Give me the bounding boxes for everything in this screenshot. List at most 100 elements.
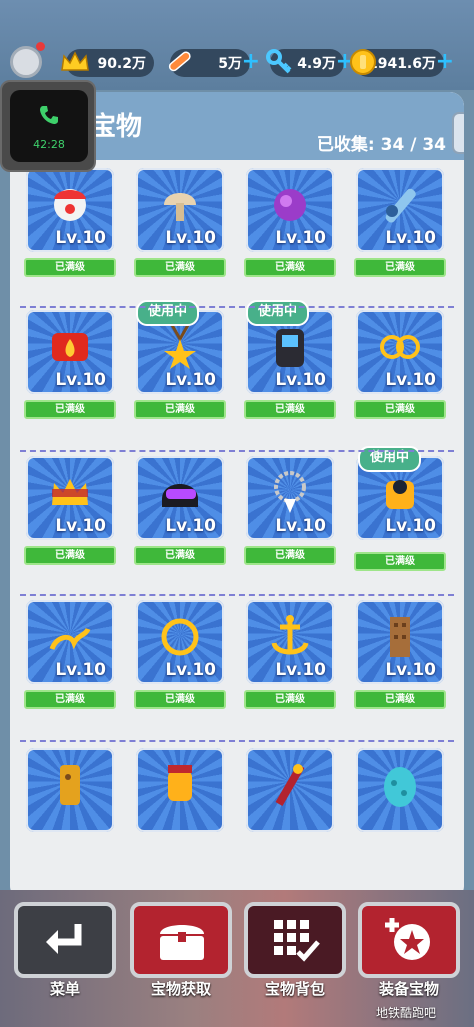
back-arrow-icon bbox=[46, 924, 82, 954]
resource-bar: 90.2万 5万 + 4.9万 + 1941.6万 + bbox=[0, 0, 474, 90]
max-level-button[interactable]: 已满级 bbox=[24, 258, 116, 277]
side-handle[interactable] bbox=[452, 112, 464, 154]
row-divider bbox=[20, 450, 454, 452]
equip-treasure-button[interactable] bbox=[358, 902, 460, 978]
treasure-card[interactable]: Lv.10 bbox=[356, 168, 444, 252]
golden-statue-icon bbox=[46, 762, 94, 808]
treasure-card[interactable] bbox=[26, 748, 114, 832]
gear-icon[interactable] bbox=[10, 46, 42, 78]
max-level-button[interactable]: 已满级 bbox=[244, 400, 336, 419]
treasure-level: Lv.10 bbox=[55, 228, 106, 248]
device-icon bbox=[266, 324, 314, 370]
max-level-button[interactable]: 已满级 bbox=[134, 400, 226, 419]
treasure-card[interactable] bbox=[136, 748, 224, 832]
hoverboard-count: 5万 bbox=[218, 56, 242, 72]
wrench-icon bbox=[376, 182, 424, 228]
max-level-button[interactable]: 已满级 bbox=[354, 552, 446, 571]
treasure-card[interactable]: Lv.10 bbox=[26, 310, 114, 394]
row-divider bbox=[20, 306, 454, 308]
anchor-icon bbox=[266, 614, 314, 660]
max-level-button[interactable]: 已满级 bbox=[134, 258, 226, 277]
treasure-level: Lv.10 bbox=[55, 660, 106, 680]
row-divider bbox=[20, 594, 454, 596]
max-level-button[interactable]: 已满级 bbox=[134, 690, 226, 709]
max-level-button[interactable]: 已满级 bbox=[244, 546, 336, 565]
treasure-level: Lv.10 bbox=[165, 228, 216, 248]
treasure-level: Lv.10 bbox=[385, 370, 436, 390]
equip-treasure-icon bbox=[385, 918, 430, 960]
treasure-card[interactable]: Lv.10 bbox=[26, 168, 114, 252]
treasure-level: Lv.10 bbox=[385, 660, 436, 680]
treasure-card[interactable]: Lv.10 bbox=[246, 600, 334, 684]
in-use-badge: 使用中 bbox=[136, 300, 200, 326]
gold-rings-icon bbox=[376, 324, 424, 370]
add-coin-button[interactable]: + bbox=[436, 51, 454, 73]
egg-icon bbox=[376, 762, 424, 808]
watermark: 地铁酷跑吧 bbox=[376, 1006, 437, 1020]
tower-icon bbox=[376, 614, 424, 660]
treasure-grid[interactable]: Lv.10 已满级 Lv.10 已满级 Lv.10 已满级 Lv.10 已满级 Lv.10 已满级… bbox=[10, 160, 464, 900]
max-level-button[interactable]: 已满级 bbox=[134, 546, 226, 565]
treasure-level: Lv.10 bbox=[55, 370, 106, 390]
treasure-level: Lv.10 bbox=[275, 516, 326, 536]
coin-icon bbox=[346, 45, 380, 79]
purple-orb-icon bbox=[266, 182, 314, 228]
page-title: 宝物 bbox=[90, 112, 143, 142]
phone-icon bbox=[40, 106, 58, 124]
treasure-level: Lv.10 bbox=[275, 370, 326, 390]
treasure-level: Lv.10 bbox=[275, 228, 326, 248]
lantern-icon bbox=[156, 762, 204, 808]
star-medal-icon bbox=[156, 324, 204, 370]
treasure-card[interactable]: Lv.10 bbox=[246, 168, 334, 252]
menu-label: 菜单 bbox=[49, 980, 80, 998]
gold-lamp-icon bbox=[46, 614, 94, 660]
max-level-button[interactable]: 已满级 bbox=[354, 690, 446, 709]
treasure-card[interactable]: Lv.10 bbox=[356, 600, 444, 684]
get-treasure-button[interactable] bbox=[130, 902, 232, 978]
treasure-card[interactable]: Lv.10 bbox=[136, 168, 224, 252]
staff-icon bbox=[266, 762, 314, 808]
clown-mask-icon bbox=[46, 182, 94, 228]
max-level-button[interactable]: 已满级 bbox=[24, 546, 116, 565]
resource-keys: 4.9万 + bbox=[266, 49, 354, 77]
crown-icon bbox=[58, 45, 92, 79]
collected-count: 已收集: 34 / 34 bbox=[316, 135, 446, 155]
resource-coins: 1941.6万 + bbox=[350, 49, 454, 77]
treasure-bag-label: 宝物背包 bbox=[264, 980, 325, 998]
call-overlay[interactable]: 42:28 bbox=[0, 80, 96, 172]
treasure-card[interactable]: Lv.10 bbox=[136, 456, 224, 540]
max-level-button[interactable]: 已满级 bbox=[354, 258, 446, 277]
chest-icon bbox=[160, 925, 204, 960]
fire-badge-icon bbox=[46, 324, 94, 370]
gold-ring-icon bbox=[156, 614, 204, 660]
max-level-button[interactable]: 已满级 bbox=[244, 690, 336, 709]
key-count: 4.9万 bbox=[297, 56, 336, 72]
add-hoverboard-button[interactable]: + bbox=[242, 51, 260, 73]
in-use-badge: 使用中 bbox=[246, 300, 310, 326]
menu-button[interactable] bbox=[14, 902, 116, 978]
treasure-bag-button[interactable] bbox=[244, 902, 346, 978]
max-level-button[interactable]: 已满级 bbox=[24, 400, 116, 419]
helmet-icon bbox=[156, 470, 204, 516]
grid-check-icon bbox=[274, 920, 320, 962]
treasure-level: Lv.10 bbox=[165, 370, 216, 390]
equip-treasure-label: 装备宝物 bbox=[378, 980, 439, 998]
treasure-card[interactable] bbox=[246, 748, 334, 832]
max-level-button[interactable]: 已满级 bbox=[244, 258, 336, 277]
treasure-card[interactable]: Lv.10 bbox=[26, 600, 114, 684]
treasure-card[interactable] bbox=[356, 748, 444, 832]
treasure-card[interactable]: Lv.10 bbox=[26, 456, 114, 540]
treasure-card[interactable]: Lv.10 bbox=[136, 600, 224, 684]
treasure-level: Lv.10 bbox=[275, 660, 326, 680]
gold-cup-icon bbox=[376, 470, 424, 516]
treasure-panel: 宝物 已收集: 34 / 34 Lv.10 已满级 Lv.10 已满级 Lv.10 已满级… bbox=[10, 92, 464, 900]
hoverboard-icon bbox=[162, 45, 196, 79]
row-divider bbox=[20, 740, 454, 742]
treasure-level: Lv.10 bbox=[165, 660, 216, 680]
max-level-button[interactable]: 已满级 bbox=[354, 400, 446, 419]
treasure-card[interactable]: Lv.10 bbox=[246, 456, 334, 540]
treasure-level: Lv.10 bbox=[385, 516, 436, 536]
key-icon bbox=[262, 45, 296, 79]
treasure-card[interactable]: Lv.10 bbox=[356, 310, 444, 394]
max-level-button[interactable]: 已满级 bbox=[24, 690, 116, 709]
